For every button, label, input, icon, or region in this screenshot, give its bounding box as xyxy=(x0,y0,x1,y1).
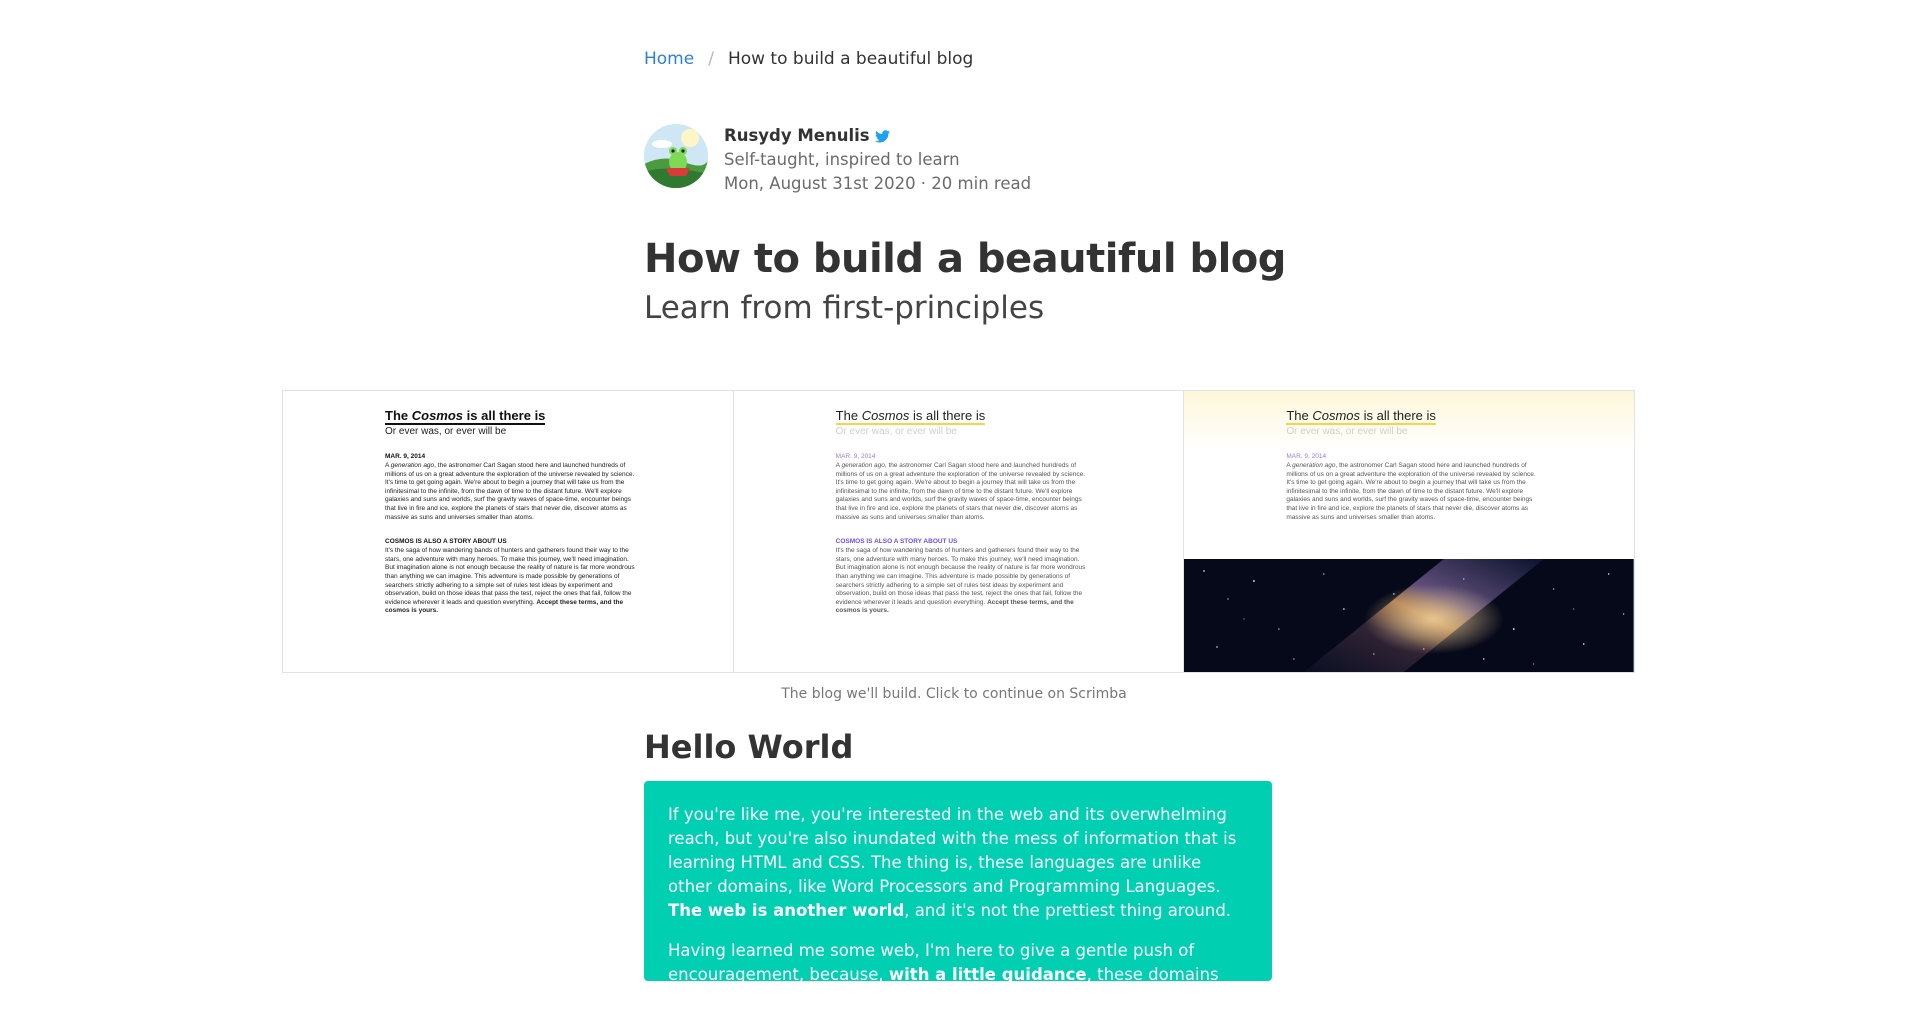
callout-paragraph: If you're like me, you're interested in … xyxy=(668,805,1237,920)
section-heading: Hello World xyxy=(644,728,854,766)
callout-paragraph: Having learned me some web, I'm here to … xyxy=(668,941,1219,1008)
post-subtitle: Learn from first-principles xyxy=(644,290,1045,326)
breadcrumb-separator: / xyxy=(708,49,714,69)
preview-panel-styled[interactable]: The Cosmos is all there is Or ever was, … xyxy=(734,391,1185,672)
author-name-row: Rusydy Menulis xyxy=(724,124,1031,148)
post-title: How to build a beautiful blog xyxy=(644,236,1286,282)
mini-date: MAR. 9, 2014 xyxy=(1286,453,1327,460)
mini-title: The Cosmos is all there is xyxy=(1286,408,1436,425)
mini-heading: COSMOS IS ALSO A STORY ABOUT US xyxy=(385,538,507,546)
preview-panel-plain[interactable]: The Cosmos is all there is Or ever was, … xyxy=(283,391,734,672)
twitter-icon[interactable] xyxy=(874,129,890,143)
mini-paragraph: A generation ago, the astronomer Carl Sa… xyxy=(835,462,1085,521)
mini-date: MAR. 9, 2014 xyxy=(835,453,876,460)
post-meta: Mon, August 31st 2020 · 20 min read xyxy=(724,174,1032,193)
author-tagline: Self-taught, inspired to learn xyxy=(724,150,960,169)
mini-heading: COSMOS IS ALSO A STORY ABOUT US xyxy=(835,538,958,546)
scrimba-preview[interactable]: The Cosmos is all there is Or ever was, … xyxy=(282,390,1635,673)
breadcrumb-current: How to build a beautiful blog xyxy=(727,49,974,69)
frog-avatar[interactable] xyxy=(644,124,708,188)
mini-paragraph: It's the saga of how wandering bands of … xyxy=(835,547,1086,615)
mini-title: The Cosmos is all there is xyxy=(385,408,546,425)
author-name[interactable]: Rusydy Menulis xyxy=(724,124,870,148)
galaxy-image xyxy=(1184,559,1635,672)
breadcrumb: Home / How to build a beautiful blog xyxy=(644,49,973,69)
mini-subtitle: Or ever was, or ever will be xyxy=(835,426,957,437)
blog-post-page: Home / How to build a beautiful blog Rus… xyxy=(0,0,1908,1008)
mini-paragraph: It's the saga of how wandering bands of … xyxy=(385,547,635,615)
mini-paragraph: A generation ago, the astronomer Carl Sa… xyxy=(385,462,635,521)
intro-callout: If you're like me, you're interested in … xyxy=(644,781,1272,1008)
author-block: Rusydy Menulis Self-taught, inspired to … xyxy=(644,124,1031,196)
mini-title: The Cosmos is all there is xyxy=(835,408,986,425)
preview-panel-final[interactable]: The Cosmos is all there is Or ever was, … xyxy=(1184,391,1635,672)
breadcrumb-home-link[interactable]: Home xyxy=(644,49,694,69)
mini-date: MAR. 9, 2014 xyxy=(385,453,426,460)
preview-caption[interactable]: The blog we'll build. Click to continue … xyxy=(0,686,1908,702)
mini-subtitle: Or ever was, or ever will be xyxy=(385,426,507,437)
mini-paragraph: A generation ago, the astronomer Carl Sa… xyxy=(1286,462,1536,521)
mini-subtitle: Or ever was, or ever will be xyxy=(1286,426,1408,437)
